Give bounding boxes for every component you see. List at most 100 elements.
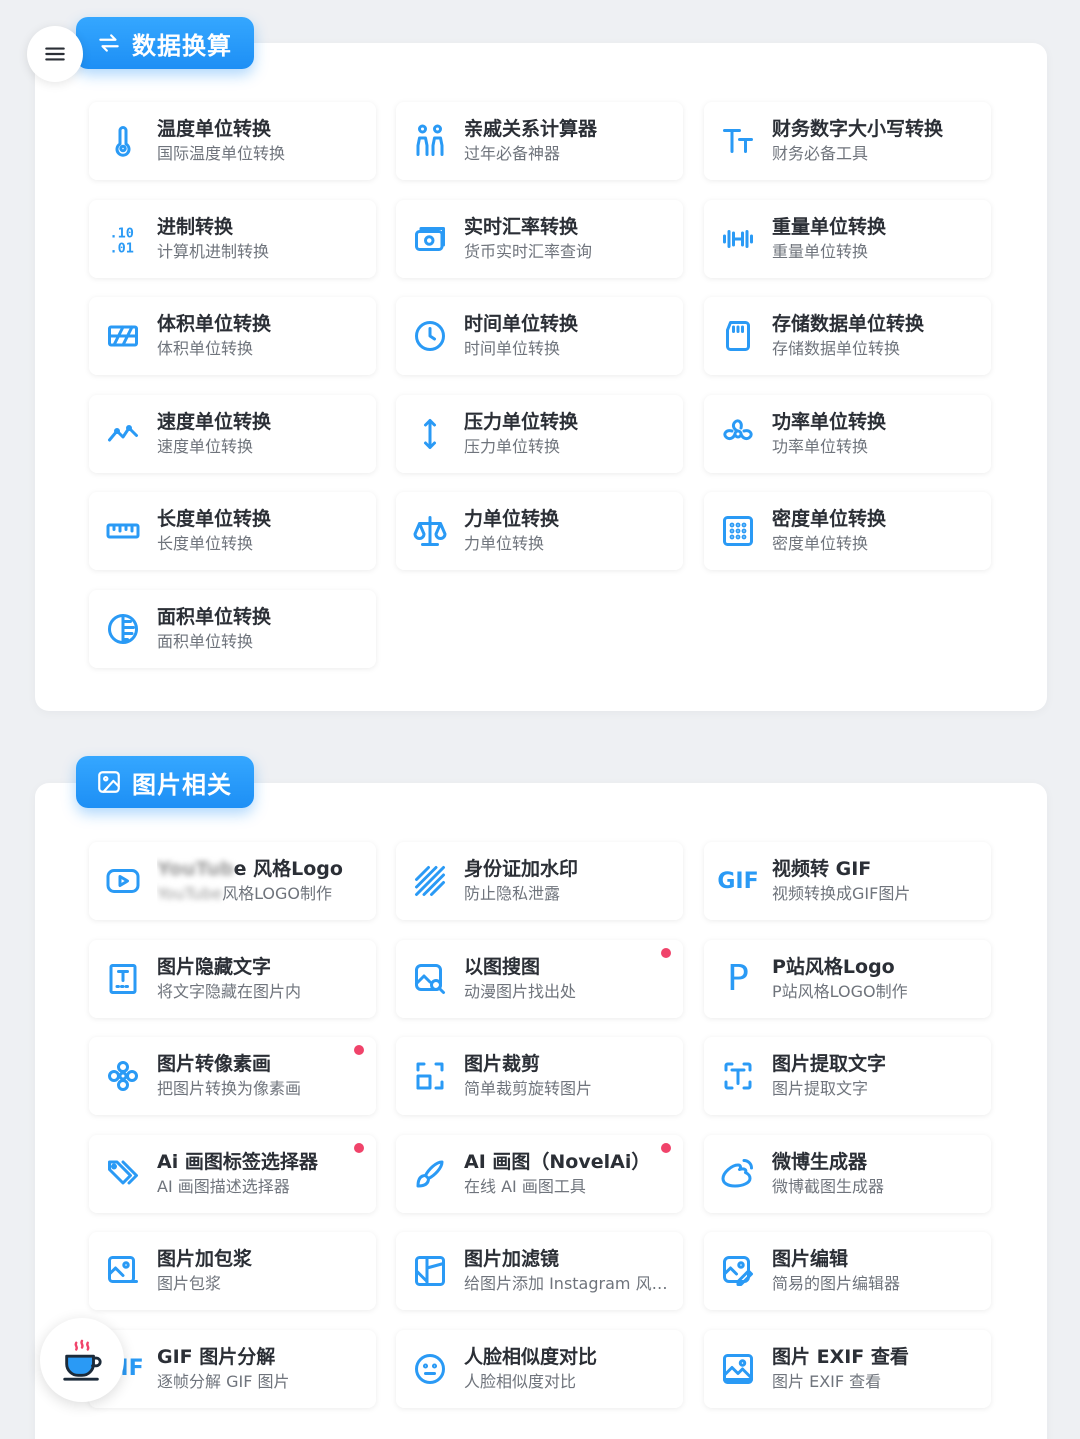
tags-icon	[89, 1156, 157, 1192]
new-badge-dot	[661, 947, 671, 958]
ruler-icon	[89, 513, 157, 549]
menu-button[interactable]	[27, 26, 83, 82]
tool-card[interactable]: 图片加包浆 图片包浆	[89, 1232, 376, 1310]
tool-subtitle: 图片 EXIF 查看	[772, 1371, 882, 1391]
tool-subtitle: 逐帧分解 GIF 图片	[157, 1371, 290, 1391]
image-frame-icon	[704, 1351, 772, 1387]
tool-title: 图片提取文字	[772, 1053, 887, 1075]
tool-card[interactable]: GIF 视频转 GIF 视频转换成GIF图片	[704, 842, 991, 920]
tool-title: 微博生成器	[772, 1150, 868, 1173]
tool-card[interactable]: 面积单位转换 面积单位转换	[89, 589, 376, 668]
tool-subtitle: 微博截图生成器	[772, 1176, 885, 1196]
tool-subtitle: 功率单位转换	[772, 436, 869, 456]
tool-subtitle: 力单位转换	[464, 534, 545, 553]
tool-title: 温度单位转换	[157, 118, 272, 140]
tool-subtitle: 将文字隐藏在图片内	[157, 981, 302, 1001]
tool-subtitle: P站风格LOGO制作	[772, 981, 908, 1001]
tool-card[interactable]: 图片转像素画 把图片转换为像素画	[89, 1037, 376, 1115]
tool-title: 密度单位转换	[772, 508, 887, 530]
menu-icon	[45, 47, 65, 61]
tool-card[interactable]: 图片加滤镜 给图片添加 Instagram 风格滤镜	[396, 1232, 683, 1310]
tool-title: AI 画图（NovelAi）	[464, 1150, 651, 1173]
tool-card[interactable]: 力单位转换 力单位转换	[396, 492, 683, 570]
section-tab-image-tools[interactable]: 图片相关	[76, 756, 254, 808]
face-icon	[396, 1351, 464, 1387]
tool-card[interactable]: 图片裁剪 简单裁剪旋转图片	[396, 1037, 683, 1115]
image-edit-icon	[704, 1253, 772, 1289]
section-title: 图片相关	[132, 770, 232, 799]
tool-card[interactable]: Ai 画图标签选择器 AI 画图描述选择器	[89, 1134, 376, 1213]
new-badge-dot	[354, 1045, 364, 1055]
tool-card[interactable]: 微博生成器微博截图生成器	[704, 1134, 991, 1213]
tool-subtitle-text: 风格LOGO制作	[222, 884, 332, 903]
tool-subtitle: 压力单位转换	[464, 436, 561, 456]
tool-card[interactable]: 密度单位转换 密度单位转换	[704, 492, 991, 570]
coffee-button[interactable]	[40, 1318, 124, 1402]
tool-subtitle: 过年必备神器	[464, 144, 561, 163]
new-badge-dot	[661, 1142, 671, 1153]
hidden-text-icon	[89, 961, 157, 997]
tool-title: YouTube 风格Logo	[157, 856, 376, 882]
tool-card[interactable]: 身份证加水印 防止隐私泄露	[396, 842, 683, 920]
tool-subtitle: 图片包浆	[157, 1274, 222, 1293]
tool-card[interactable]: 图片隐藏文字 将文字隐藏在图片内	[89, 939, 376, 1018]
tool-card[interactable]: 财务数字大小写转换 财务必备工具	[704, 102, 991, 180]
tool-title: 图片加滤镜	[464, 1248, 560, 1270]
weibo-icon	[704, 1156, 772, 1192]
tool-card[interactable]: 时间单位转换 时间单位转换	[396, 297, 683, 375]
tool-subtitle: 速度单位转换	[157, 436, 254, 456]
tool-card[interactable]: 实时汇率转换 货币实时汇率查询	[396, 199, 683, 278]
blurred-brand-text: YouTub	[157, 858, 234, 880]
tool-card[interactable]: 亲戚关系计算器 过年必备神器	[396, 102, 683, 180]
text-scan-icon	[704, 1058, 772, 1094]
tool-subtitle: YouTube风格LOGO制作	[157, 882, 376, 906]
dumbbell-icon	[704, 221, 772, 257]
area-circle-icon	[89, 611, 157, 647]
crop-icon	[396, 1058, 464, 1094]
tool-card[interactable]: 长度单位转换 长度单位转换	[89, 492, 376, 570]
section-tab-data-conversion[interactable]: 数据换算	[76, 17, 254, 69]
tool-card[interactable]: 速度单位转换 速度单位转换	[89, 394, 376, 473]
tool-subtitle: 计算机进制转换	[157, 241, 270, 261]
letter-p-icon: P	[704, 960, 772, 997]
tool-title: 速度单位转换	[157, 410, 272, 433]
tool-subtitle: 简易的图片编辑器	[772, 1274, 901, 1293]
tool-card[interactable]: .10.01 进制转换 计算机进制转换	[89, 199, 376, 278]
tool-card[interactable]: 以图搜图 动漫图片找出处	[396, 939, 683, 1018]
family-icon	[396, 123, 464, 159]
tool-card[interactable]: GIFGIF 图片分解逐帧分解 GIF 图片	[89, 1329, 376, 1408]
currency-icon	[396, 221, 464, 257]
tool-subtitle: 长度单位转换	[157, 534, 254, 553]
tool-card[interactable]: P P站风格Logo P站风格LOGO制作	[704, 939, 991, 1018]
thermometer-icon	[89, 123, 157, 159]
tool-title: 时间单位转换	[464, 313, 579, 335]
tool-card[interactable]: 图片 EXIF 查看 图片 EXIF 查看	[704, 1329, 991, 1408]
tool-card[interactable]: 存储数据单位转换 存储数据单位转换	[704, 297, 991, 375]
tool-subtitle: 面积单位转换	[157, 631, 254, 651]
tool-subtitle: 人脸相似度对比	[464, 1371, 577, 1391]
tool-subtitle: 在线 AI 画图工具	[464, 1176, 586, 1196]
tool-card[interactable]: 温度单位转换 国际温度单位转换	[89, 102, 376, 180]
blurred-brand-text: YouTube	[157, 884, 223, 903]
tool-card[interactable]: 重量单位转换 重量单位转换	[704, 199, 991, 278]
layout-icon	[396, 1253, 464, 1289]
tool-card[interactable]: 图片提取文字 图片提取文字	[704, 1037, 991, 1115]
tool-card[interactable]: 人脸相似度对比 人脸相似度对比	[396, 1329, 683, 1408]
tool-subtitle: 密度单位转换	[772, 534, 869, 553]
image-search-icon	[396, 961, 464, 997]
tool-title: 长度单位转换	[157, 508, 272, 530]
tool-title: 存储数据单位转换	[772, 313, 925, 335]
tool-subtitle: 财务必备工具	[772, 144, 869, 163]
tool-card[interactable]: 压力单位转换 压力单位转换	[396, 394, 683, 473]
line-chart-icon	[89, 416, 157, 452]
tool-card[interactable]: AI 画图（NovelAi） 在线 AI 画图工具	[396, 1134, 683, 1213]
tool-title: 财务数字大小写转换	[772, 118, 944, 140]
tool-title: 图片加包浆	[157, 1248, 253, 1270]
tool-card[interactable]: 体积单位转换 体积单位转换	[89, 297, 376, 375]
tool-card[interactable]: 图片编辑 简易的图片编辑器	[704, 1232, 991, 1310]
image-icon	[98, 771, 120, 793]
text-size-icon	[704, 123, 772, 159]
tool-card[interactable]: 功率单位转换 功率单位转换	[704, 394, 991, 473]
tool-card[interactable]: YouTube 风格Logo YouTube风格LOGO制作	[89, 842, 376, 920]
clock-icon	[396, 318, 464, 354]
